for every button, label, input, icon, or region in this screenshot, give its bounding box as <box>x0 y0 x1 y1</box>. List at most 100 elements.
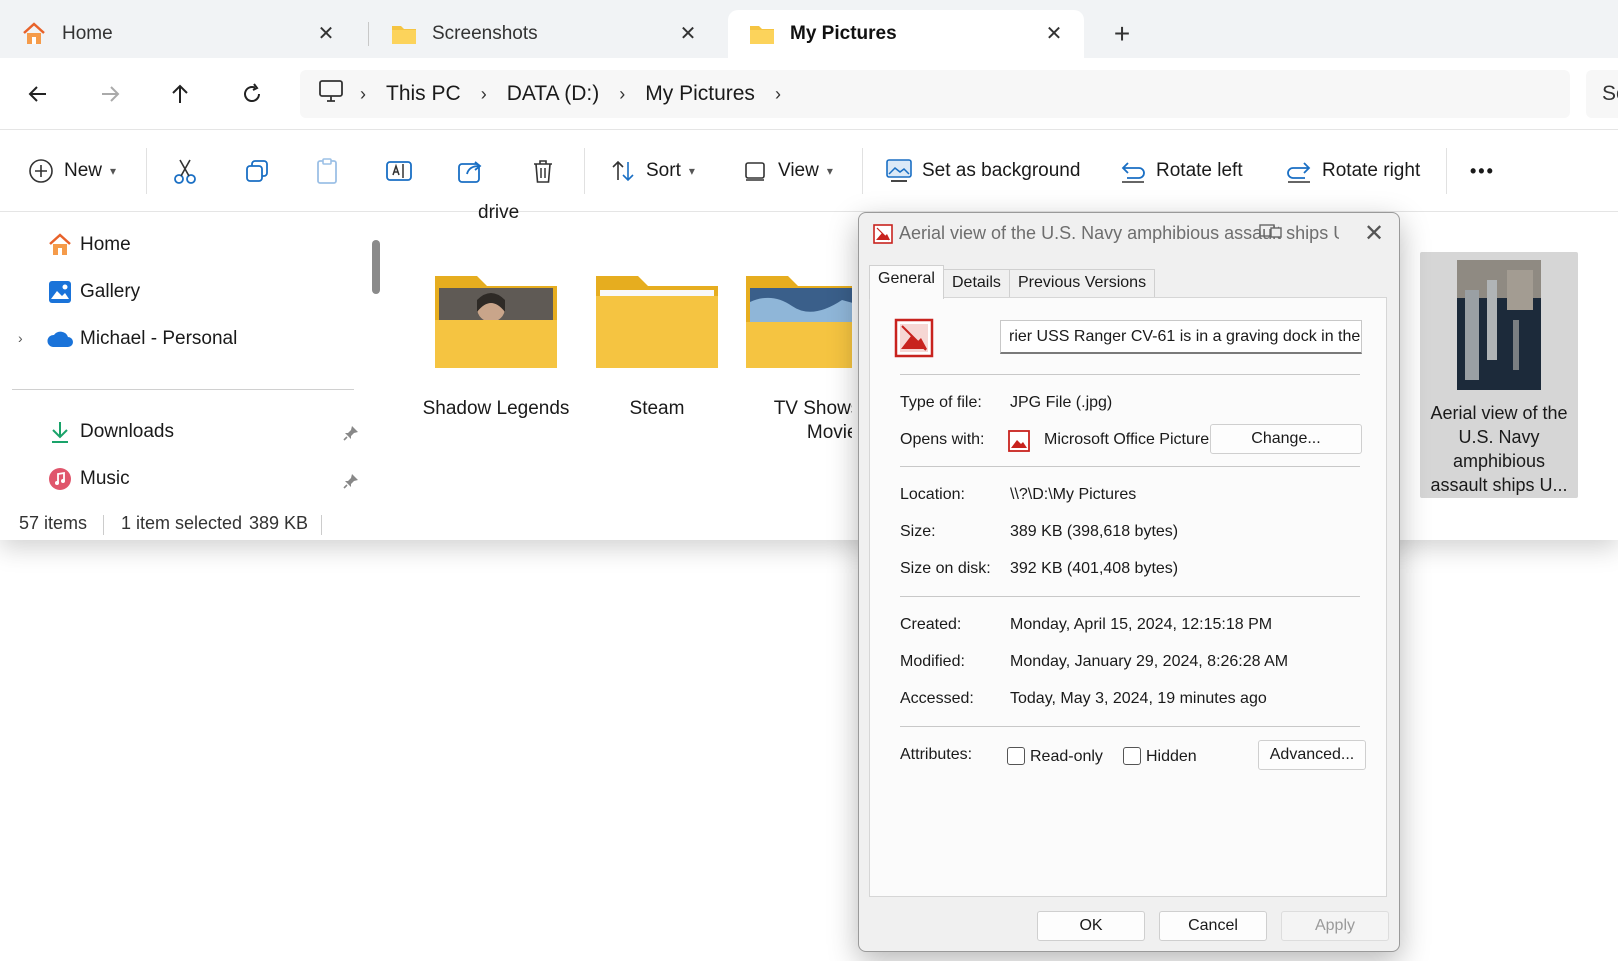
folder-icon <box>746 276 852 368</box>
up-button[interactable] <box>162 76 198 112</box>
pin-icon[interactable] <box>342 424 360 442</box>
chevron-right-icon[interactable]: › <box>619 84 625 105</box>
address-bar[interactable]: › This PC › DATA (D:) › My Pictures › <box>300 70 1570 118</box>
set-as-background-button[interactable]: Set as background <box>884 150 1080 192</box>
chevron-down-icon: ▾ <box>826 164 833 178</box>
folder-item[interactable]: Shadow Legends <box>421 272 571 421</box>
view-button[interactable]: View ▾ <box>740 150 833 192</box>
wallpaper-icon <box>884 156 914 186</box>
tab-home[interactable]: Home ✕ <box>0 10 356 58</box>
sidebar-item-onedrive[interactable]: Michael - Personal <box>46 322 237 356</box>
close-icon[interactable]: ✕ <box>314 22 338 46</box>
tab-my-pictures[interactable]: My Pictures ✕ <box>728 10 1084 58</box>
created-label: Created: <box>900 616 962 633</box>
attributes-label: Attributes: <box>900 746 973 763</box>
ok-button[interactable]: OK <box>1037 911 1145 941</box>
download-icon <box>46 418 74 446</box>
rename-icon <box>384 156 414 186</box>
rotate-left-button[interactable]: Rotate left <box>1118 150 1243 192</box>
cloud-icon <box>46 325 74 353</box>
new-tab-button[interactable]: + <box>1108 20 1136 50</box>
share-button[interactable] <box>456 150 494 192</box>
selected-file-item[interactable]: Aerial view of the U.S. Navy amphibious … <box>1420 252 1578 498</box>
apply-button[interactable]: Apply <box>1281 911 1389 941</box>
sidebar-item-gallery[interactable]: Gallery <box>46 275 140 309</box>
breadcrumb-this-pc[interactable]: This PC <box>386 82 461 106</box>
jpg-file-icon <box>873 224 893 244</box>
tab-separator <box>368 22 369 46</box>
rotate-left-label: Rotate left <box>1156 160 1243 181</box>
refresh-button[interactable] <box>234 76 270 112</box>
folder-icon <box>435 276 557 368</box>
sort-icon <box>608 156 638 186</box>
status-separator <box>103 515 104 535</box>
sidebar-scrollbar[interactable] <box>372 240 380 294</box>
sidebar-item-label: Downloads <box>80 421 174 442</box>
tab-general[interactable]: General <box>869 265 944 299</box>
folder-label: Shadow Legends <box>422 398 570 419</box>
rename-button[interactable] <box>384 150 422 192</box>
chevron-right-icon[interactable]: › <box>360 84 366 105</box>
computer-icon <box>318 79 344 109</box>
paste-button[interactable] <box>312 150 350 192</box>
folder-icon <box>596 276 718 368</box>
tab-previous-versions[interactable]: Previous Versions <box>1009 269 1156 297</box>
change-button[interactable]: Change... <box>1210 424 1362 454</box>
sidebar-divider <box>12 389 354 390</box>
hidden-checkbox[interactable] <box>1123 747 1141 765</box>
opens-with-label: Opens with: <box>900 431 985 448</box>
set-background-label: Set as background <box>922 160 1081 181</box>
sidebar-item-home[interactable]: Home <box>46 228 131 262</box>
compatibility-icon <box>1259 224 1282 238</box>
command-bar: New ▾ Sort ▾ View ▾ Set as background Ro… <box>0 130 1618 212</box>
item-count: 57 items <box>19 513 88 533</box>
search-input[interactable]: Se <box>1586 70 1618 118</box>
chevron-down-icon: ▾ <box>688 164 695 178</box>
tab-details[interactable]: Details <box>943 269 1010 297</box>
plus-circle-icon <box>26 156 56 186</box>
sidebar-item-downloads[interactable]: Downloads <box>46 415 174 449</box>
back-button[interactable] <box>20 76 56 112</box>
sidebar-item-label: Michael - Personal <box>80 328 238 349</box>
close-icon[interactable]: ✕ <box>1042 22 1066 46</box>
tab-screenshots[interactable]: Screenshots ✕ <box>370 10 718 58</box>
size-on-disk-label: Size on disk: <box>900 560 991 577</box>
opens-with-value: Microsoft Office Picture <box>1044 431 1210 448</box>
partial-item-label: drive <box>478 202 520 220</box>
new-button[interactable]: New ▾ <box>26 150 116 192</box>
sort-button[interactable]: Sort ▾ <box>608 150 695 192</box>
forward-button[interactable] <box>92 76 128 112</box>
read-only-checkbox[interactable] <box>1007 747 1025 765</box>
folder-item[interactable]: TV Shows Movies <box>742 272 852 445</box>
accessed-label: Accessed: <box>900 690 974 707</box>
folder-item[interactable]: Steam <box>582 272 732 421</box>
sidebar-item-music[interactable]: Music <box>46 462 130 496</box>
file-label: Aerial view of the U.S. Navy amphibious … <box>1430 403 1568 495</box>
breadcrumb-my-pictures[interactable]: My Pictures <box>645 82 755 106</box>
chevron-right-icon[interactable]: › <box>481 84 487 105</box>
selection-size: 389 KB <box>249 513 309 533</box>
file-name-input[interactable]: rier USS Ranger CV-61 is in a graving do… <box>1000 320 1362 354</box>
modified-value: Monday, January 29, 2024, 8:26:28 AM <box>1010 653 1289 670</box>
refresh-icon <box>244 83 261 103</box>
arrow-left-icon <box>28 86 46 102</box>
delete-button[interactable] <box>528 150 566 192</box>
copy-icon <box>242 156 272 186</box>
location-label: Location: <box>900 486 965 503</box>
rotate-right-button[interactable]: Rotate right <box>1284 150 1420 192</box>
close-icon[interactable]: ✕ <box>676 22 700 46</box>
more-options-button[interactable]: ••• <box>1470 150 1495 192</box>
breadcrumb-data-drive[interactable]: DATA (D:) <box>507 82 600 106</box>
location-value: \\?\D:\My Pictures <box>1010 486 1137 503</box>
image-thumbnail <box>1457 260 1541 390</box>
arrow-up-icon <box>172 84 188 103</box>
cut-button[interactable] <box>170 150 208 192</box>
chevron-right-icon[interactable]: › <box>775 84 781 105</box>
pin-icon[interactable] <box>342 472 360 490</box>
chevron-right-icon[interactable]: › <box>18 330 23 346</box>
rotate-right-label: Rotate right <box>1322 160 1421 181</box>
copy-button[interactable] <box>242 150 280 192</box>
close-button[interactable]: ✕ <box>1359 219 1389 249</box>
cancel-button[interactable]: Cancel <box>1159 911 1267 941</box>
advanced-button[interactable]: Advanced... <box>1258 740 1366 770</box>
